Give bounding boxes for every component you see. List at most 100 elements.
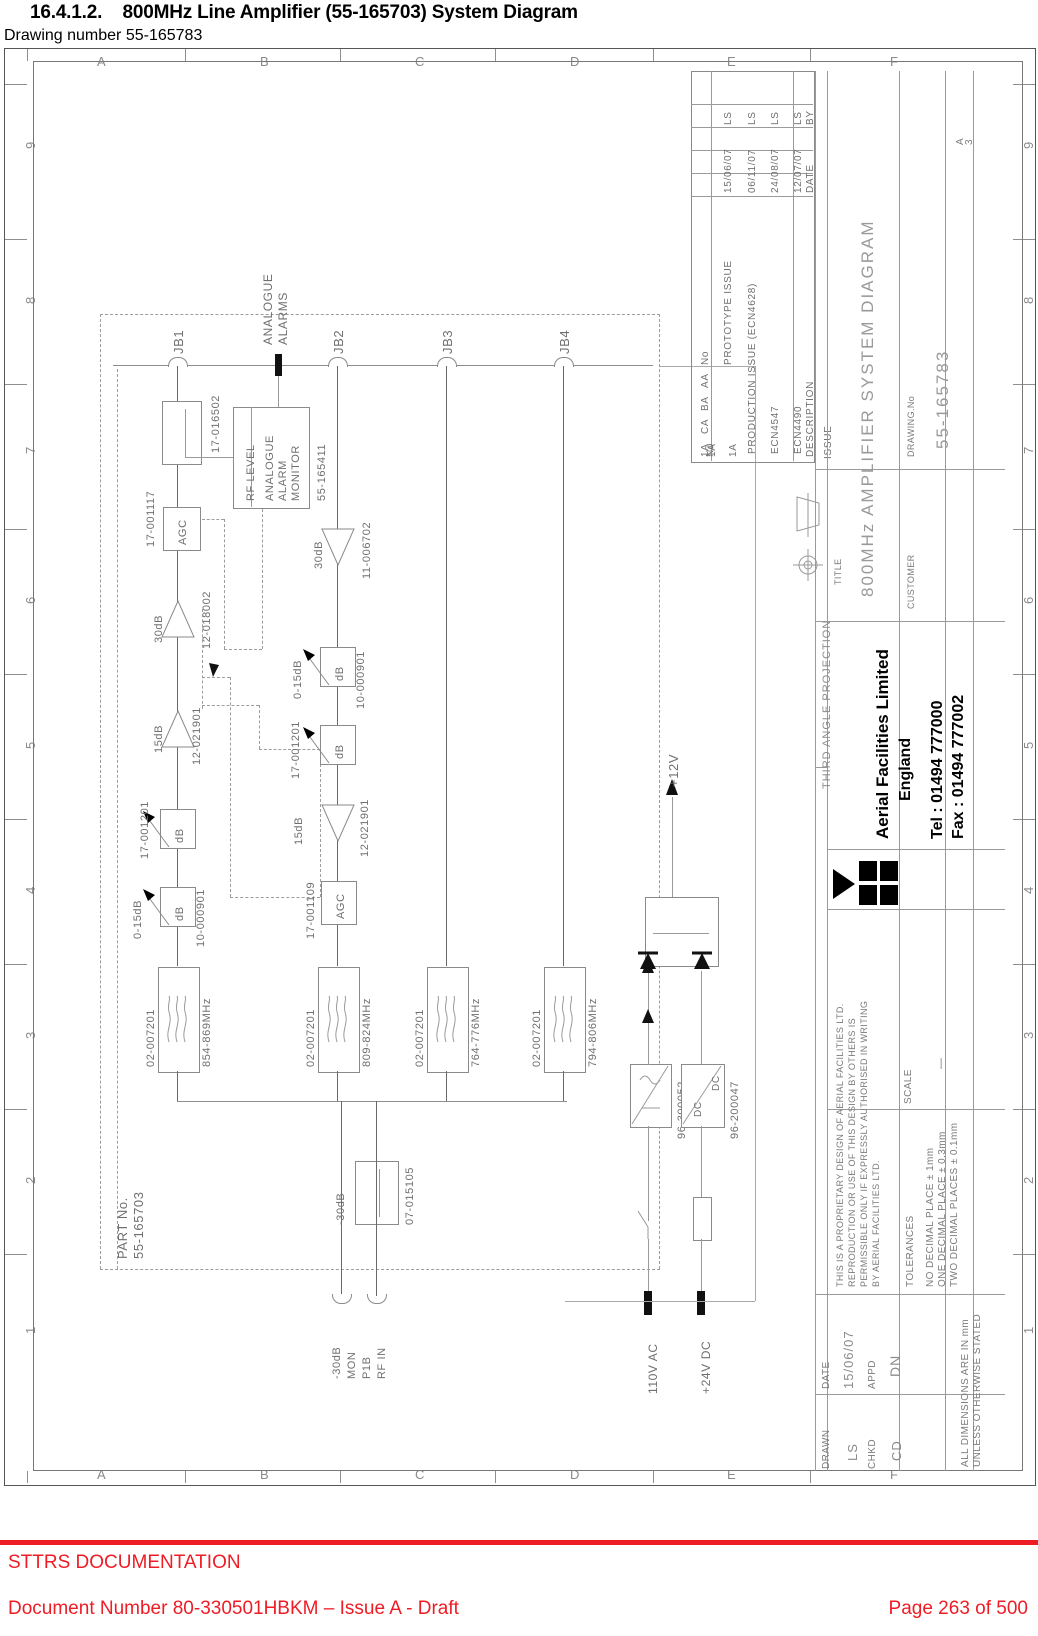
chain-a-att2-part: 10-000901 <box>195 888 207 947</box>
chain-b-att3-part: 10-000901 <box>355 650 367 709</box>
footer-page-number: Page 263 of 500 <box>888 1598 1028 1619</box>
chain-a-agc-part: 17-001117 <box>145 490 157 547</box>
revision-ba-date: 12/07/07 <box>793 148 804 193</box>
company-tel: Tel : 01494 777000 <box>929 700 946 839</box>
revision-aa-description: PROTOTYPE ISSUE <box>723 260 734 365</box>
zone-number-right-2: 2 <box>1021 1175 1036 1184</box>
ac-branch-arrow-icon <box>642 959 654 973</box>
revision-1a-by: LS <box>747 111 758 125</box>
filter-4-band: 794-806MHz <box>587 998 599 1067</box>
dcdc-output-label: DC <box>711 1075 722 1091</box>
connector-jb2-label: JB2 <box>331 329 346 354</box>
connector-jb1-label: JB1 <box>171 329 186 354</box>
scale-value: — <box>935 1057 947 1069</box>
chain-b-agc2-label: AGC <box>335 893 347 919</box>
page-title: 16.4.1.2. 800MHz Line Amplifier (55-1657… <box>30 2 578 24</box>
revision-ca-by: LS <box>770 111 781 125</box>
monitor-tap-part: 07-015105 <box>404 1166 416 1225</box>
units-note-line-2: UNLESS OTHERWISE STATED <box>972 1313 983 1467</box>
revision-ba-by: LS <box>793 111 804 125</box>
third-angle-projection-icon <box>793 493 823 581</box>
alarm-monitor-rf-level: RF LEVEL <box>245 444 257 501</box>
chain-a-coupler-part: 17-016502 <box>210 394 222 453</box>
zone-number-right-7: 7 <box>1021 445 1036 454</box>
assembly-boundary-left <box>100 314 101 1269</box>
company-country: England <box>897 737 914 801</box>
chain-b-amp3-part: 11-006702 <box>361 521 373 579</box>
filter-4-icon <box>553 995 573 1043</box>
chain-a-att1-part: 17-001201 <box>139 800 151 859</box>
dc-fuse-box <box>693 1197 712 1241</box>
proprietary-notice-line-4: BY AERIAL FACILITIES LTD. <box>871 1160 881 1287</box>
dcdc-part-label: 96-200047 <box>729 1080 741 1139</box>
proprietary-notice-line-2: REPRODUCTION OR USE OF THIS DESIGN BY OT… <box>847 1017 857 1287</box>
revision-ca-description: ECN4547 <box>770 405 781 454</box>
revision-ca-date: 24/08/07 <box>770 148 781 193</box>
chain-b-att3-label: dB <box>334 666 346 681</box>
revision-1a-no: 1A <box>728 443 739 457</box>
chain-b-att3-arrow-icon <box>303 649 330 686</box>
zone-number-right-4: 4 <box>1021 885 1036 894</box>
chkd-label: CHKD <box>867 1439 878 1469</box>
chain-b-amp4-part: 12-021901 <box>359 798 371 857</box>
revision-aa-date: 15/06/07 <box>723 148 734 193</box>
filter-1-band: 854-869MHz <box>201 998 213 1067</box>
revision-aa-no-label: AA <box>700 373 711 388</box>
ac-input-connector <box>644 1291 652 1315</box>
filter-4-part: 02-007201 <box>531 1008 543 1067</box>
chain-a-amp1-symbol <box>161 599 195 638</box>
revision-ba-description: ECN4490 <box>793 405 804 454</box>
chain-b-agc2-part: 17-001109 <box>305 881 317 939</box>
chain-a-agc-label: AGC <box>177 519 189 545</box>
scale-label: SCALE <box>903 1069 914 1104</box>
footer-divider <box>0 1540 1038 1545</box>
power-output-rail-label: +12V <box>666 753 681 787</box>
dc-input-connector <box>697 1291 705 1315</box>
connector-jb3-label: JB3 <box>440 329 455 354</box>
company-name: Aerial Facilities Limited <box>873 649 892 839</box>
title-label: TITLE <box>833 558 843 585</box>
analogue-alarms-label-line1: ANALOGUE <box>261 273 275 346</box>
port-label-p1b: P1B <box>361 1356 373 1379</box>
filter-1-icon <box>167 995 187 1043</box>
dc-input-label: +24V DC <box>699 1340 713 1394</box>
chain-b-amp4-gain: 15dB <box>293 816 305 845</box>
company-logo-icon <box>833 861 899 905</box>
connector-jb1-symbol <box>168 357 188 367</box>
zone-number-right-3: 3 <box>1021 1030 1036 1039</box>
filter-2-icon <box>327 995 347 1043</box>
zone-number-right-1: 1 <box>1021 1325 1036 1334</box>
chain-a-att2-label: dB <box>174 906 186 921</box>
revision-1a-no-label: 1A <box>700 443 711 457</box>
drawing-no-value: 55-165783 <box>933 349 952 449</box>
ac-psu-in-arrow-icon <box>642 1009 654 1023</box>
revision-ca-no-label: CA <box>700 418 711 434</box>
chain-a-amp1-gain: 30dB <box>153 614 165 643</box>
tolerance-line-1: NO DECIMAL PLACE ± 1mm <box>925 1147 936 1288</box>
bottom-bus-wire <box>177 1101 567 1102</box>
proprietary-notice-line-3: PERMISSIBLE ONLY IF EXPRESSLY AUTHORISED… <box>859 1000 869 1287</box>
revision-1a-date: 06/11/07 <box>747 149 758 193</box>
filter-2-part: 02-007201 <box>305 1008 317 1067</box>
ac-switch-icon <box>637 1210 649 1239</box>
chain-b-amp3-gain: 30dB <box>313 540 325 569</box>
zone-number-right-5: 5 <box>1021 740 1036 749</box>
revision-group-label: ISSUE <box>823 425 834 459</box>
filter-3-part: 02-007201 <box>414 1008 426 1067</box>
section-heading: 800MHz Line Amplifier (55-165703) System… <box>122 2 578 23</box>
connector-jb4-symbol <box>554 357 574 367</box>
appd-value: DN <box>887 1354 903 1377</box>
filter-2-band: 809-824MHz <box>361 998 373 1067</box>
drawing-sheet: A B C D E F A B C D E F 9 8 7 6 5 4 3 2 … <box>4 48 1036 1486</box>
port-label-rfin: RF IN <box>376 1347 388 1379</box>
zone-number-right-9: 9 <box>1021 140 1036 149</box>
title-value: 800MHz AMPLIFIER SYSTEM DIAGRAM <box>858 219 877 597</box>
chain-a-amp2-part: 12-021901 <box>191 706 203 765</box>
units-note-line-1: ALL DIMENSIONS ARE IN mm <box>960 1318 971 1467</box>
control-bus-dash-left <box>117 369 118 1269</box>
chain-b-att4-part: 17-001201 <box>290 720 302 779</box>
chkd-value: CD <box>889 1440 904 1461</box>
monitor-tap-level: -30dB <box>335 1192 347 1225</box>
drawing-number-subheading: Drawing number 55-165783 <box>4 27 203 44</box>
revision-header-no-label: No <box>700 350 711 365</box>
